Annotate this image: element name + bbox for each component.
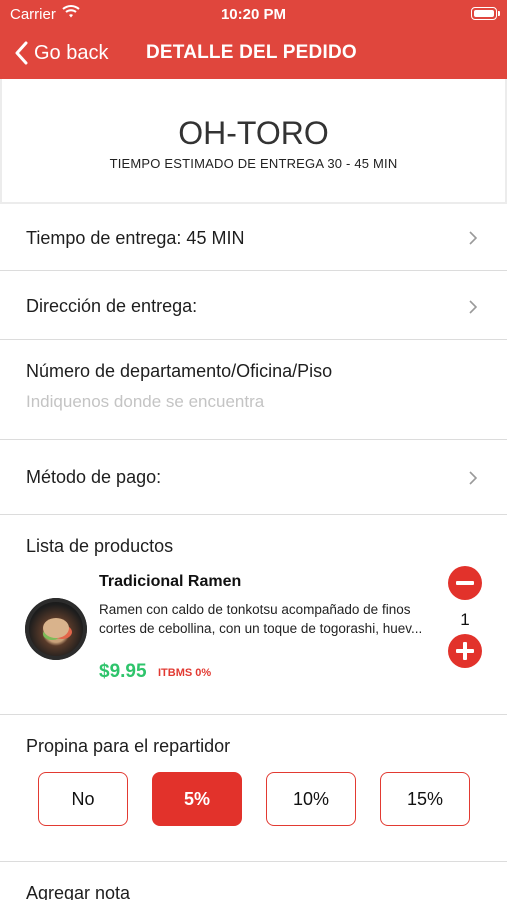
apartment-row: Número de departamento/Oficina/Piso Indi… — [0, 341, 507, 440]
estimated-delivery-time: TIEMPO ESTIMADO DE ENTREGA 30 - 45 MIN — [109, 156, 398, 171]
product-list-title: Lista de productos — [26, 536, 174, 556]
product-list-section: Lista de productos Tradicional Ramen Ram… — [0, 516, 507, 715]
decrease-quantity-button[interactable] — [448, 566, 482, 600]
delivery-time-row[interactable]: Tiempo de entrega: 45 MIN — [0, 205, 507, 271]
tip-section: Propina para el repartidor No 5% 10% 15% — [0, 716, 507, 862]
minus-icon — [456, 581, 474, 585]
tip-option-5[interactable]: 5% — [152, 772, 242, 826]
product-price: $9.95 — [99, 661, 147, 682]
product-description: Ramen con caldo de tonkotsu acompañado d… — [99, 602, 423, 636]
product-name: Tradicional Ramen — [99, 573, 242, 590]
app-header: Carrier 10:20 PM Go back DETALLE DEL PED… — [0, 0, 507, 79]
restaurant-card: OH-TORO TIEMPO ESTIMADO DE ENTREGA 30 - … — [0, 79, 507, 204]
chevron-left-icon — [14, 41, 28, 65]
tip-title: Propina para el repartidor — [26, 736, 231, 756]
chevron-right-icon — [469, 231, 478, 250]
status-time: 10:20 PM — [220, 6, 287, 23]
status-bar: Carrier 10:20 PM — [0, 0, 507, 28]
product-image — [25, 598, 87, 660]
list-item: Tradicional Ramen Ramen con caldo de ton… — [0, 566, 507, 686]
apartment-input[interactable]: Indiquenos donde se encuentra — [26, 392, 264, 412]
delivery-time-label: Tiempo de entrega: 45 MIN — [26, 228, 245, 248]
plus-icon-vertical — [463, 642, 467, 660]
add-note-label: Agregar nota — [26, 883, 131, 900]
payment-method-row[interactable]: Método de pago: — [0, 441, 507, 515]
go-back-button[interactable]: Go back — [14, 35, 108, 71]
tip-option-no[interactable]: No — [38, 772, 128, 826]
page-title: DETALLE DEL PEDIDO — [146, 42, 357, 63]
tip-option-10[interactable]: 10% — [266, 772, 356, 826]
apartment-label: Número de departamento/Oficina/Piso — [26, 361, 333, 381]
restaurant-name: OH-TORO — [178, 115, 329, 151]
chevron-right-icon — [469, 300, 478, 319]
navigation-bar: Go back DETALLE DEL PEDIDO — [0, 35, 507, 71]
increase-quantity-button[interactable] — [448, 634, 482, 668]
payment-method-label: Método de pago: — [26, 467, 162, 487]
delivery-address-label: Dirección de entrega: — [26, 296, 198, 316]
tip-option-15[interactable]: 15% — [380, 772, 470, 826]
battery-icon — [471, 7, 500, 20]
chevron-right-icon — [469, 471, 478, 490]
go-back-label: Go back — [34, 41, 109, 64]
quantity-value: 1 — [460, 610, 470, 629]
add-note-row[interactable]: Agregar nota — [0, 863, 507, 900]
product-tax: ITBMS 0% — [158, 667, 212, 679]
delivery-address-row[interactable]: Dirección de entrega: — [0, 272, 507, 340]
